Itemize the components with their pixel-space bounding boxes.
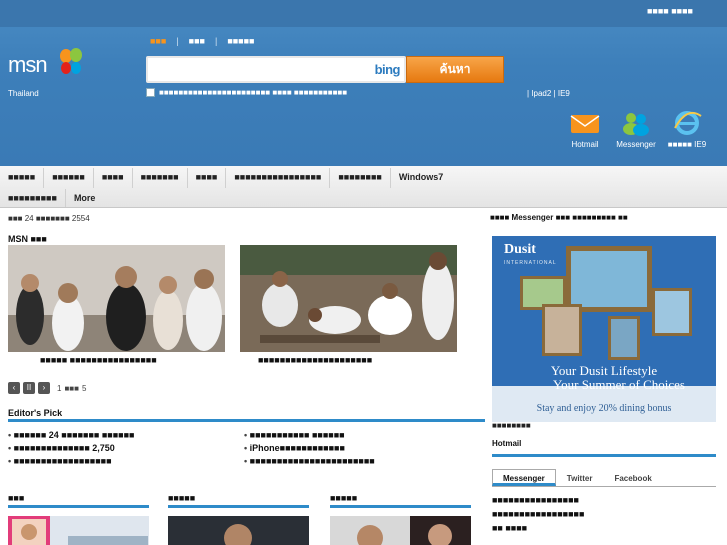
messenger-people-icon [623,113,649,136]
tab-body-line: ■■■■■■■■■■■■■■■■■ [492,509,585,519]
msn-thailand-page: ■■■■ ■■■■ msn Thailand ■■■ | ■■■ | ■■■■■… [0,0,727,545]
sub-section-heading[interactable]: ■■■ [8,493,149,508]
news-caption-left[interactable]: ■■■■■ ■■■■■■■■■■■■■■■■ [40,355,225,366]
nav-item[interactable]: ■■■■■■ [44,168,94,188]
search-box: bing [146,56,406,83]
news-photo-left[interactable] [8,245,225,352]
sub-section-heading[interactable]: ■■■■■ [168,493,309,508]
nav-item[interactable]: ■■■■■■■■■ [0,189,66,207]
tab-messenger[interactable]: Messenger [492,469,556,486]
nav-item[interactable]: ■■■■■■■■ [330,168,391,188]
right-column: ■■■■ Messenger ■■■ ■■■■■■■■■ ■■ Dusit IN… [490,209,727,545]
tab-body-line: ■■■■■■■■■■■■■■■■ [492,495,579,505]
sub-section-thumb-image [8,516,149,545]
pager-next-button[interactable]: › [38,382,50,394]
hotmail-heading: Hotmail [492,439,716,457]
quick-links[interactable]: | Ipad2 | IE9 [527,89,570,98]
social-tabs: Messenger Twitter Facebook [492,469,716,487]
nav-item[interactable]: ■■■■ [94,168,133,188]
app-messenger-label: Messenger [616,140,656,149]
news-photo-right[interactable] [240,245,457,352]
dusit-brand-sub: INTERNATIONAL [504,260,557,266]
envelope-icon [570,115,600,133]
search-button[interactable]: ค้นหา [406,56,504,83]
msn-butterfly-icon [60,48,82,74]
dusit-tagline-line1: Your Dusit Lifestyle [550,363,658,378]
news-photo-right-image [240,245,457,352]
date-line: ■■■ 24 ■■■■■■■ 2554 [8,214,90,223]
nav-item[interactable]: ■■■■■ [0,168,45,188]
nav-item-more[interactable]: More [66,189,104,207]
search-tabs: ■■■ | ■■■ | ■■■■■ [150,36,255,46]
app-messenger[interactable]: Messenger [611,110,661,149]
country-label: Thailand [8,89,39,98]
search-tab-news[interactable]: ■■■■■ [227,36,254,46]
search-tab-separator: | [214,36,218,46]
pager-pause-button[interactable]: II [23,382,35,394]
pager-end[interactable]: 5 [82,384,86,393]
sub-section-thumb-image [168,516,309,545]
app-ie9-label: ■■■■■ IE9 [667,140,707,149]
ad-caption[interactable]: ■■■■■■■■ [492,421,531,430]
list-item[interactable]: ■■■■■■■■■■■ ■■■■■■ [244,429,375,441]
list-item[interactable]: iPhone■■■■■■■■■■■■ [244,442,375,454]
search-option-checkbox[interactable] [146,88,155,97]
pager-dots: ■■■ [64,383,79,393]
section-title: MSN ■■■ [8,234,47,244]
list-item[interactable]: ■■■■■■■■■■■■■■■■■■ [8,455,134,467]
pager-start[interactable]: 1 [57,384,61,393]
app-hotmail-label: Hotmail [571,140,599,149]
bing-logo: bing [374,62,401,77]
search-options: ■■■■■■■■■■■■■■■■■■■■■■■ ■■■■ ■■■■■■■■■■■ [146,88,347,97]
app-hotmail[interactable]: Hotmail [560,110,610,149]
nav-item[interactable]: ■■■■ [188,168,227,188]
tab-body-line: ■■ ■■■■ [492,523,528,533]
ie-logo-icon [674,111,702,135]
sub-section-thumb[interactable] [168,516,309,545]
pager-prev-button[interactable]: ‹ [8,382,20,394]
dusit-tagline: Your Dusit Lifestyle Your Summer of Choi… [492,364,716,392]
nav-row-primary: ■■■■■ ■■■■■■ ■■■■ ■■■■■■■ ■■■■ ■■■■■■■■■… [0,168,727,188]
sub-section-thumb[interactable] [330,516,471,545]
search-input[interactable] [152,61,362,79]
news-photo-left-image [8,245,225,352]
search-tab-separator: | [176,36,179,46]
header: ■■■■ ■■■■ msn Thailand ■■■ | ■■■ | ■■■■■… [0,0,727,166]
tab-facebook[interactable]: Facebook [603,469,662,486]
sub-section-heading[interactable]: ■■■■■ [330,493,471,508]
list-item[interactable]: ■■■■■■■■■■■■■■ 2,750 [8,442,134,454]
news-caption-right[interactable]: ■■■■■■■■■■■■■■■■■■■■■ [258,355,458,366]
nav-item-windows7[interactable]: Windows7 [391,168,451,188]
editors-pick-list-right: ■■■■■■■■■■■ ■■■■■■ iPhone■■■■■■■■■■■■ ■■… [244,429,375,468]
nav-row-secondary: ■■■■■■■■■ More [0,189,727,207]
main-content: ■■■ 24 ■■■■■■■ 2554 MSN ■■■ ■■■■■ ■■■■■■… [0,209,490,545]
tab-twitter[interactable]: Twitter [556,469,604,486]
nav-item[interactable]: ■■■■■■■ [133,168,188,188]
list-item[interactable]: ■■■■■■ 24 ■■■■■■■ ■■■■■■ [8,429,135,441]
msn-logo[interactable]: msn [8,52,48,78]
top-strip [0,0,727,27]
tab-body: ■■■■■■■■■■■■■■■■ ■■■■■■■■■■■■■■■■■ ■■ ■■… [492,493,716,535]
nav-bar: ■■■■■ ■■■■■■ ■■■■ ■■■■■■■ ■■■■ ■■■■■■■■■… [0,166,727,208]
sub-section-thumb[interactable] [8,516,149,545]
sub-section-thumb-image [330,516,471,545]
dusit-tagline-line2: Your Summer of Choices [553,377,685,392]
editors-pick-list-left: ■■■■■■ 24 ■■■■■■■ ■■■■■■ ■■■■■■■■■■■■■■ … [8,429,135,468]
top-links[interactable]: ■■■■ ■■■■ [647,6,693,16]
nav-item[interactable]: ■■■■■■■■■■■■■■■■ [226,168,331,188]
search-tab-images[interactable]: ■■■ [189,36,205,46]
slideshow-pager: ‹ II › 1 ■■■ 5 [8,382,86,394]
right-column-heading: ■■■■ Messenger ■■■ ■■■■■■■■■ ■■ [490,213,628,222]
editors-pick-heading: Editor's Pick [8,408,485,422]
dusit-offer: Stay and enjoy 20% dining bonus [536,403,672,414]
list-item[interactable]: ■■■■■■■■■■■■■■■■■■■■■■■ [244,455,375,467]
search-options-text: ■■■■■■■■■■■■■■■■■■■■■■■ ■■■■ ■■■■■■■■■■■ [159,88,348,97]
dusit-advertisement[interactable]: Dusit INTERNATIONAL Your Dusit Lifestyle… [492,236,716,422]
app-ie9[interactable]: ■■■■■ IE9 [662,110,712,149]
dusit-brand: Dusit [504,242,536,257]
search-tab-web[interactable]: ■■■ [150,36,166,46]
